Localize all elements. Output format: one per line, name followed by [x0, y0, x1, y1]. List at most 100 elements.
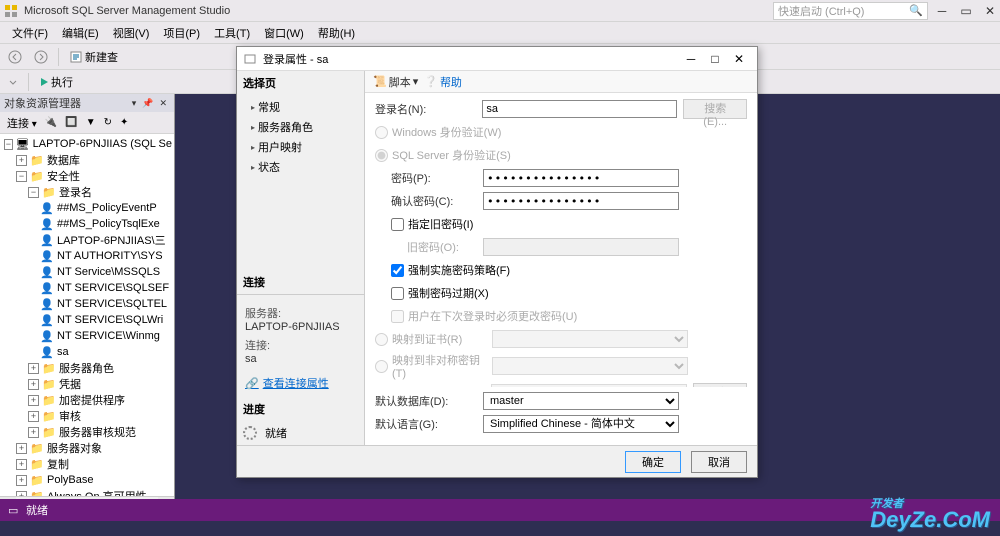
- menu-view[interactable]: 视图(V): [107, 23, 156, 43]
- enforce-expire-checkbox[interactable]: [391, 287, 404, 300]
- menu-help[interactable]: 帮助(H): [312, 23, 361, 43]
- tree-crypto[interactable]: +📁加密提供程序: [2, 392, 172, 408]
- page-server-roles[interactable]: 服务器角色: [237, 117, 364, 137]
- app-title: Microsoft SQL Server Management Studio: [24, 5, 773, 17]
- folder-icon: 📁: [42, 425, 56, 439]
- pt-btn-3[interactable]: ▼: [83, 115, 99, 130]
- tree-credentials[interactable]: +📁凭据: [2, 376, 172, 392]
- panel-pin-button[interactable]: 📌: [139, 98, 156, 109]
- tree-login-item[interactable]: 👤NT Service\MSSQLS: [2, 264, 172, 280]
- login-icon: 👤: [40, 201, 54, 215]
- tree-polybase[interactable]: +📁PolyBase: [2, 472, 172, 488]
- ok-button[interactable]: 确定: [625, 451, 681, 473]
- menu-project[interactable]: 项目(P): [157, 23, 206, 43]
- script-icon: 📜: [373, 75, 387, 88]
- db-select[interactable]: [4, 75, 22, 89]
- page-status[interactable]: 状态: [237, 157, 364, 177]
- cancel-button[interactable]: 取消: [691, 451, 747, 473]
- dialog-icon: [243, 52, 257, 66]
- password-input[interactable]: [483, 169, 679, 187]
- execute-button[interactable]: 执行: [35, 72, 77, 92]
- login-icon: 👤: [40, 329, 54, 343]
- map-cred-select: [491, 384, 686, 387]
- menu-file[interactable]: 文件(F): [6, 23, 54, 43]
- enforce-policy-label: 强制实施密码策略(F): [408, 262, 510, 278]
- help-button[interactable]: ❔帮助: [424, 74, 462, 90]
- tree-login-item[interactable]: 👤NT AUTHORITY\SYS: [2, 248, 172, 264]
- status-icon: ▭: [8, 504, 20, 516]
- tree-root[interactable]: −🖥LAPTOP-6PNJIIAS (SQL Se: [2, 136, 172, 152]
- panel-close-button[interactable]: ✕: [156, 98, 170, 109]
- map-cert-radio: [375, 333, 388, 346]
- dialog-close-button[interactable]: ✕: [727, 49, 751, 69]
- login-icon: 👤: [40, 281, 54, 295]
- conn-value: sa: [245, 353, 356, 365]
- tree-login-item[interactable]: 👤NT SERVICE\Winmg: [2, 328, 172, 344]
- menu-window[interactable]: 窗口(W): [258, 23, 310, 43]
- specify-old-checkbox[interactable]: [391, 218, 404, 231]
- close-button[interactable]: ✕: [984, 5, 996, 17]
- search-button: 搜索(E)...: [683, 99, 747, 119]
- page-user-mapping[interactable]: 用户映射: [237, 137, 364, 157]
- confirm-input[interactable]: [483, 192, 679, 210]
- tree-security[interactable]: −📁安全性: [2, 168, 172, 184]
- tree-audit-specs[interactable]: +📁服务器审核规范: [2, 424, 172, 440]
- login-name-input[interactable]: [482, 100, 677, 118]
- default-db-select[interactable]: master: [483, 392, 679, 410]
- sql-auth-radio: [375, 149, 388, 162]
- script-button[interactable]: 📜脚本 ▾: [373, 74, 418, 90]
- tree-login-item[interactable]: 👤NT SERVICE\SQLTEL: [2, 296, 172, 312]
- maximize-button[interactable]: ▭: [960, 5, 972, 17]
- map-cert-select: [492, 330, 688, 348]
- tree-server-roles[interactable]: +📁服务器角色: [2, 360, 172, 376]
- pt-btn-1[interactable]: 🔌: [42, 115, 60, 130]
- tree-audits[interactable]: +📁审核: [2, 408, 172, 424]
- default-lang-select[interactable]: Simplified Chinese - 简体中文: [483, 415, 679, 433]
- login-properties-dialog: 登录属性 - sa ─ □ ✕ 选择页 常规 服务器角色 用户映射 状态 连接 …: [236, 46, 758, 478]
- password-label: 密码(P):: [375, 170, 483, 186]
- object-tree[interactable]: −🖥LAPTOP-6PNJIIAS (SQL Se +📁数据库 −📁安全性 −📁…: [0, 134, 174, 496]
- tree-login-item[interactable]: 👤NT SERVICE\SQLWri: [2, 312, 172, 328]
- menu-edit[interactable]: 编辑(E): [56, 23, 105, 43]
- new-query-button[interactable]: 新建查: [65, 47, 122, 67]
- nav-back-button[interactable]: [4, 48, 26, 66]
- view-conn-props-link[interactable]: 🔗查看连接属性: [245, 375, 356, 391]
- app-logo-icon: [4, 4, 18, 18]
- tree-login-item[interactable]: 👤NT SERVICE\SQLSEF: [2, 280, 172, 296]
- tree-replication[interactable]: +📁复制: [2, 456, 172, 472]
- enforce-expire-label: 强制密码过期(X): [408, 285, 489, 301]
- folder-icon: 📁: [30, 457, 44, 471]
- tree-server-objects[interactable]: +📁服务器对象: [2, 440, 172, 456]
- map-asym-label: 映射到非对称密钥(T): [392, 352, 492, 380]
- link-icon: 🔗: [245, 377, 259, 390]
- tree-alwayson[interactable]: +📁Always On 高可用性: [2, 488, 172, 496]
- minimize-button[interactable]: ─: [936, 5, 948, 17]
- progress-section-header: 进度: [237, 397, 364, 421]
- dialog-maximize-button[interactable]: □: [703, 49, 727, 69]
- tree-login-item[interactable]: 👤##MS_PolicyEventP: [2, 200, 172, 216]
- folder-icon: 📁: [42, 377, 56, 391]
- folder-icon: 📁: [30, 441, 44, 455]
- server-value: LAPTOP-6PNJIIAS: [245, 321, 356, 333]
- pt-btn-4[interactable]: ↻: [101, 115, 115, 130]
- tree-login-sa[interactable]: 👤sa: [2, 344, 172, 360]
- pt-btn-2[interactable]: 🔲: [62, 115, 80, 130]
- nav-fwd-button[interactable]: [30, 48, 52, 66]
- dialog-minimize-button[interactable]: ─: [679, 49, 703, 69]
- quick-launch-input[interactable]: 快速启动 (Ctrl+Q) 🔍: [773, 2, 928, 20]
- tree-databases[interactable]: +📁数据库: [2, 152, 172, 168]
- connect-button[interactable]: 连接 ▾: [4, 113, 40, 133]
- page-general[interactable]: 常规: [237, 97, 364, 117]
- tree-logins[interactable]: −📁登录名: [2, 184, 172, 200]
- folder-icon: 📁: [42, 361, 56, 375]
- must-change-checkbox: [391, 310, 404, 323]
- map-asym-select: [492, 357, 688, 375]
- enforce-policy-checkbox[interactable]: [391, 264, 404, 277]
- server-label: 服务器:: [245, 305, 356, 321]
- pt-btn-5[interactable]: ✦: [117, 115, 131, 130]
- tree-login-item[interactable]: 👤LAPTOP-6PNJIIAS\三: [2, 232, 172, 248]
- dialog-title: 登录属性 - sa: [263, 51, 679, 67]
- panel-dropdown-button[interactable]: ▾: [129, 98, 140, 109]
- tree-login-item[interactable]: 👤##MS_PolicyTsqlExe: [2, 216, 172, 232]
- menu-tools[interactable]: 工具(T): [208, 23, 256, 43]
